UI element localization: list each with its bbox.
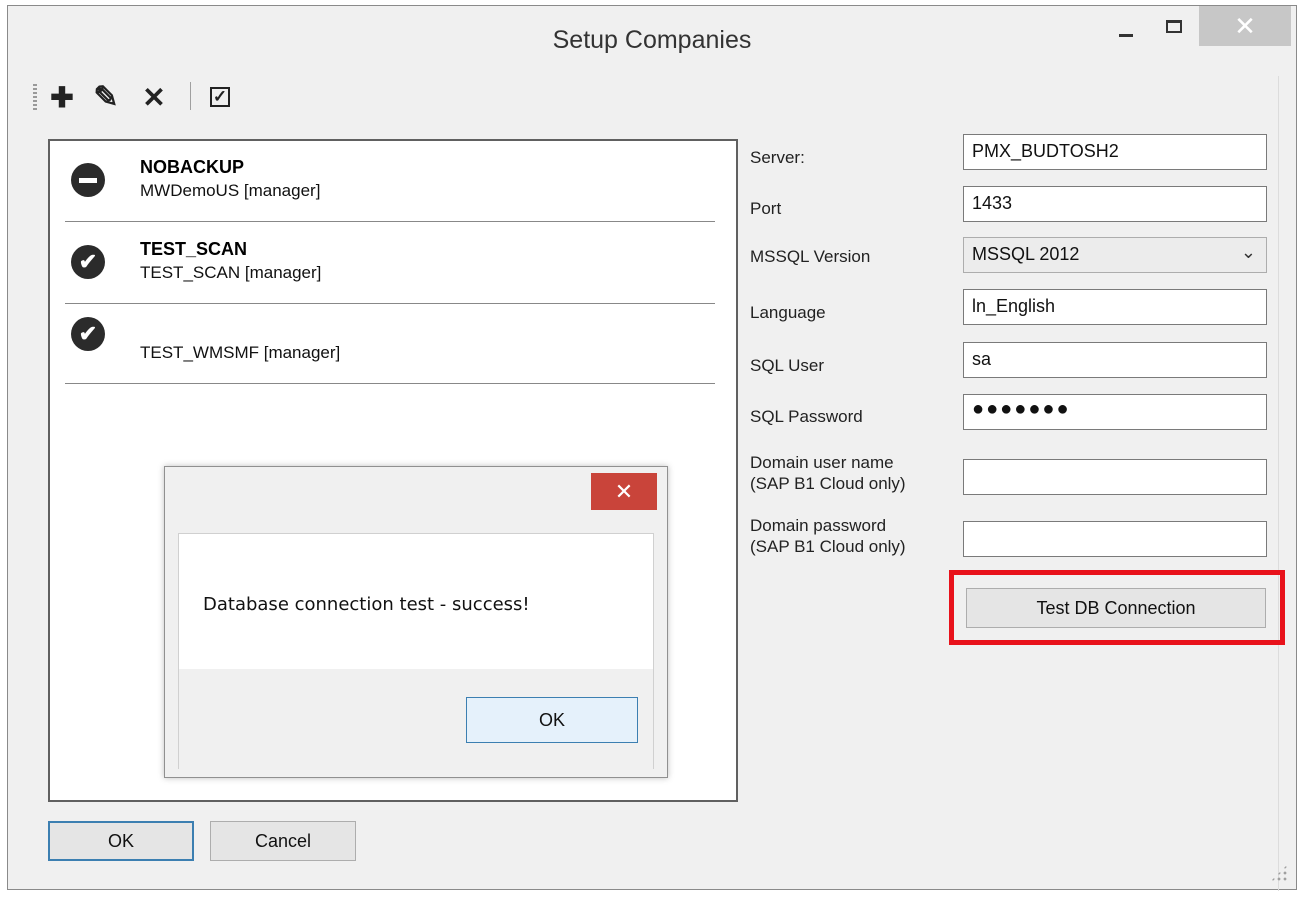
highlight-box <box>949 570 1285 645</box>
sql-user-input[interactable]: sa <box>963 342 1267 378</box>
dialog-close-button[interactable]: ✕ <box>591 473 657 510</box>
resize-grip[interactable] <box>1270 864 1288 882</box>
server-label: Server: <box>750 148 805 167</box>
sql-password-input[interactable]: ●●●●●●● <box>963 394 1267 430</box>
domain-user-label-line1: Domain user name <box>750 453 894 472</box>
list-item[interactable]: NOBACKUP MWDemoUS [manager] <box>65 141 715 222</box>
port-input[interactable]: 1433 <box>963 186 1267 222</box>
company-name: TEST_SCAN <box>140 239 248 259</box>
language-input[interactable]: ln_English <box>963 289 1267 325</box>
toolbar-separator <box>190 82 191 110</box>
dialog-ok-button[interactable]: OK <box>466 697 638 743</box>
checkbox-icon: ✓ <box>210 87 230 107</box>
company-db: TEST_WMSMF [manager] <box>140 343 341 362</box>
server-input[interactable]: PMX_BUDTOSH2 <box>963 134 1267 170</box>
title-bar: Setup Companies ✕ <box>8 6 1296 70</box>
minimize-button[interactable] <box>1103 6 1149 46</box>
delete-button[interactable]: ✕ <box>137 80 171 114</box>
close-icon: ✕ <box>614 478 634 504</box>
divider <box>1278 76 1279 891</box>
domain-password-label: Domain password (SAP B1 Cloud only) <box>750 515 906 557</box>
dialog-message: Database connection test - success! <box>203 594 530 615</box>
dialog-footer: OK <box>179 669 653 769</box>
domain-password-input[interactable] <box>963 521 1267 557</box>
list-item[interactable]: ✔ TEST_SCAN TEST_SCAN [manager] <box>65 223 715 304</box>
company-db: MWDemoUS [manager] <box>140 181 321 200</box>
domain-user-label-line2: (SAP B1 Cloud only) <box>750 474 906 493</box>
toolbar-grip[interactable] <box>33 84 37 110</box>
plus-icon: ✚ <box>50 81 74 113</box>
checkmark-icon: ✔ <box>71 245 105 279</box>
cancel-button[interactable]: Cancel <box>210 821 356 861</box>
company-name: NOBACKUP <box>140 157 245 177</box>
maximize-button[interactable] <box>1151 6 1197 46</box>
close-button[interactable]: ✕ <box>1199 6 1291 46</box>
checkmark-icon: ✔ <box>71 317 105 351</box>
blocked-icon <box>71 163 105 197</box>
mssql-version-value: MSSQL 2012 <box>972 244 1080 264</box>
domain-password-label-line1: Domain password <box>750 516 887 535</box>
list-item[interactable]: ✔ TEST_WMSMF [manager] <box>65 303 715 384</box>
close-icon: ✕ <box>1234 10 1256 41</box>
sql-user-label: SQL User <box>750 356 825 375</box>
dialog-body: Database connection test - success! OK <box>178 533 654 769</box>
setup-companies-window: Setup Companies ✕ ✚ ✎ ✕ ✓ NOBACKUP MWDem… <box>7 5 1297 891</box>
x-icon: ✕ <box>142 81 166 113</box>
domain-password-label-line2: (SAP B1 Cloud only) <box>750 537 906 556</box>
mssql-version-select[interactable]: MSSQL 2012 ⌄ <box>963 237 1267 273</box>
domain-user-input[interactable] <box>963 459 1267 495</box>
message-dialog: ✕ Database connection test - success! OK <box>164 466 668 778</box>
edit-button[interactable]: ✎ <box>89 80 123 114</box>
port-label: Port <box>750 199 782 218</box>
sql-password-label: SQL Password <box>750 407 863 426</box>
company-db: TEST_SCAN [manager] <box>140 263 322 282</box>
check-button[interactable]: ✓ <box>203 80 237 114</box>
language-label: Language <box>750 303 826 322</box>
mssql-version-label: MSSQL Version <box>750 247 871 266</box>
chevron-down-icon: ⌄ <box>1240 242 1256 262</box>
minimize-icon <box>1119 33 1133 37</box>
maximize-icon <box>1166 19 1182 33</box>
pencil-icon: ✎ <box>93 80 119 114</box>
toolbar: ✚ ✎ ✕ ✓ <box>23 76 1288 118</box>
domain-user-label: Domain user name (SAP B1 Cloud only) <box>750 452 906 494</box>
ok-button[interactable]: OK <box>48 821 194 861</box>
add-button[interactable]: ✚ <box>45 80 79 114</box>
